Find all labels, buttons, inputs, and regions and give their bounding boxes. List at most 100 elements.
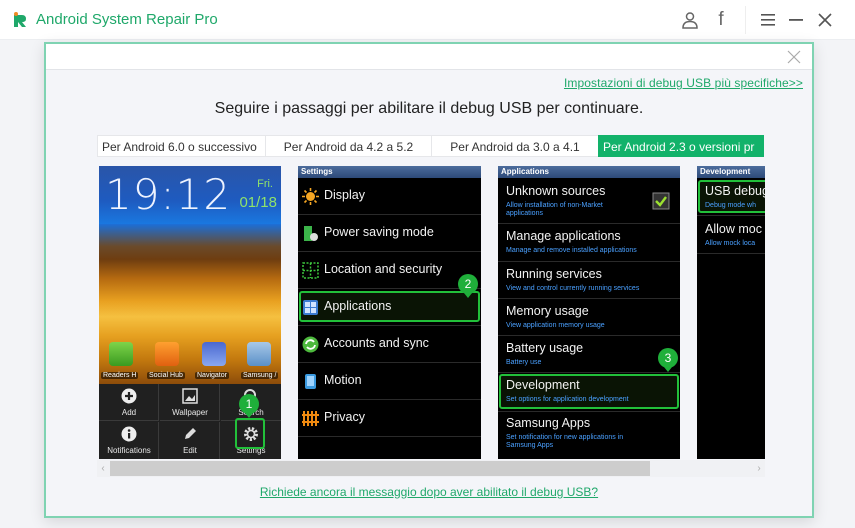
settings-item-label: Applications (324, 299, 392, 313)
navigator-icon (202, 342, 226, 366)
settings-row-applications: Applications (298, 289, 481, 326)
dev-item-sub: Allow mock loca (705, 240, 756, 247)
dev-item-sub: Debug mode wh (705, 202, 756, 209)
scroll-right-arrow[interactable]: › (753, 461, 765, 476)
apps-item-sub: applications (506, 210, 543, 217)
user-icon[interactable] (680, 10, 700, 30)
apps-item-sub: Manage and remove installed applications (506, 247, 637, 254)
social-hub-icon (155, 342, 179, 366)
tab-android-4-2[interactable]: Per Android da 4.2 a 5.2 (265, 135, 431, 157)
close-icon[interactable] (815, 10, 835, 30)
apps-item-label: Manage applications (506, 229, 621, 243)
add-icon (121, 388, 137, 404)
apps-item-label: Unknown sources (506, 184, 606, 198)
location-grid-icon (302, 262, 319, 279)
apps-row-samsung: Samsung Apps Set notification for new ap… (498, 412, 680, 459)
checked-checkbox-icon (652, 192, 670, 210)
apps-item-sub: Samsung Apps (506, 442, 554, 449)
apps-item-label: Battery usage (506, 341, 584, 355)
applications-icon (303, 300, 318, 315)
menu-add: Add (99, 384, 159, 421)
menu-wallpaper: Wallpaper (160, 384, 220, 421)
app-label: Social Hub (147, 372, 185, 379)
dialog-header (46, 44, 812, 70)
dev-row-mock-location: Allow moc Allow mock loca (697, 216, 765, 254)
settings-item-label: Location and security (324, 262, 443, 276)
apps-row-manage: Manage applications Manage and remove in… (498, 224, 680, 262)
menu-label: Add (121, 408, 137, 417)
step-2-badge: 2 (458, 274, 478, 298)
applications-screen-image: Applications Unknown sources Allow insta… (498, 166, 680, 459)
steps-screens-scroller: 19:12 Fri. 01/18 Readers H Social Hub Na… (97, 166, 765, 481)
apps-item-sub: Battery use (506, 359, 542, 366)
apps-item-sub: Set options for application development (506, 396, 629, 403)
settings-item-label: Display (324, 188, 365, 202)
app-label: Readers H (101, 372, 139, 379)
apps-item-sub: View and control currently running servi… (506, 285, 640, 292)
apps-row-development: Development Set options for application … (498, 373, 680, 412)
step-1-highlight (235, 418, 265, 449)
sync-icon (302, 336, 319, 353)
development-title: Development (697, 166, 765, 178)
scroll-left-arrow[interactable]: ‹ (97, 461, 109, 476)
settings-row-display: Display (298, 178, 481, 215)
apps-item-sub: Set notification for new applications in (506, 434, 624, 441)
settings-item-label: Privacy (324, 410, 365, 424)
menu-label: Edit (183, 446, 197, 455)
dialog-close-icon[interactable] (786, 49, 802, 65)
app-label: Navigator (195, 372, 229, 379)
edit-pencil-icon (185, 428, 196, 439)
wallpaper-icon (182, 388, 198, 404)
dev-row-usb-debug: USB debug Debug mode wh (697, 178, 765, 216)
settings-title: Settings (298, 166, 481, 178)
settings-row-privacy: Privacy (298, 400, 481, 437)
apps-item-label: Development (506, 378, 580, 392)
apps-row-memory: Memory usage View application memory usa… (498, 299, 680, 336)
dev-item-label: Allow moc (705, 222, 762, 236)
apps-item-label: Running services (506, 267, 602, 281)
menu-notifications: Notifications (99, 422, 159, 459)
settings-item-label: Power saving mode (324, 225, 434, 239)
apps-row-unknown-sources: Unknown sources Allow installation of no… (498, 178, 680, 224)
step-1-badge: 1 (239, 394, 259, 418)
app-logo-icon (14, 12, 26, 27)
settings-row-motion: Motion (298, 363, 481, 400)
titlebar-divider (745, 6, 746, 34)
specific-settings-link[interactable]: Impostazioni di debug USB più specifiche… (564, 76, 803, 90)
still-prompted-help-link[interactable]: Richiede ancora il messaggio dopo aver a… (46, 485, 812, 499)
settings-item-label: Accounts and sync (324, 336, 429, 350)
minimize-icon[interactable] (786, 10, 806, 30)
menu-label: Wallpaper (172, 408, 208, 417)
power-saving-icon (304, 226, 318, 241)
usb-debug-dialog: Impostazioni di debug USB più specifiche… (44, 42, 814, 518)
horizontal-scrollbar[interactable]: ‹ › (97, 460, 765, 477)
motion-icon (305, 374, 316, 389)
facebook-icon[interactable]: f (711, 9, 731, 30)
tab-android-6[interactable]: Per Android 6.0 o successivo (97, 135, 265, 157)
app-label: Samsung / (241, 372, 279, 379)
settings-row-accounts: Accounts and sync (298, 326, 481, 363)
apps-row-running: Running services View and control curren… (498, 262, 680, 299)
clock-widget: 19:12 Fri. 01/18 (99, 166, 281, 224)
apps-item-sub: Allow installation of non-Market (506, 202, 603, 209)
menu-icon[interactable] (758, 10, 778, 30)
display-sun-icon (302, 188, 319, 205)
clock-day: Fri. (257, 178, 273, 190)
info-icon (121, 426, 137, 442)
apps-item-label: Samsung Apps (506, 416, 591, 430)
settings-row-power: Power saving mode (298, 215, 481, 252)
facebook-glyph: f (718, 9, 724, 30)
readers-hub-icon (109, 342, 133, 366)
scrollbar-thumb[interactable] (110, 461, 650, 476)
apps-item-label: Memory usage (506, 304, 589, 318)
development-screen-image: Development USB debug Debug mode wh Allo… (697, 166, 765, 459)
menu-label: Notifications (107, 446, 151, 455)
clock-date: 01/18 (239, 194, 277, 211)
menu-edit: Edit (160, 422, 220, 459)
apps-item-sub: View application memory usage (506, 322, 605, 329)
settings-item-label: Motion (324, 373, 362, 387)
tab-android-3-0[interactable]: Per Android da 3.0 a 4.1 (431, 135, 598, 157)
step-3-badge: 3 (658, 348, 678, 372)
settings-row-location: Location and security (298, 252, 481, 289)
tab-android-2-3[interactable]: Per Android 2.3 o versioni pr (598, 135, 764, 157)
